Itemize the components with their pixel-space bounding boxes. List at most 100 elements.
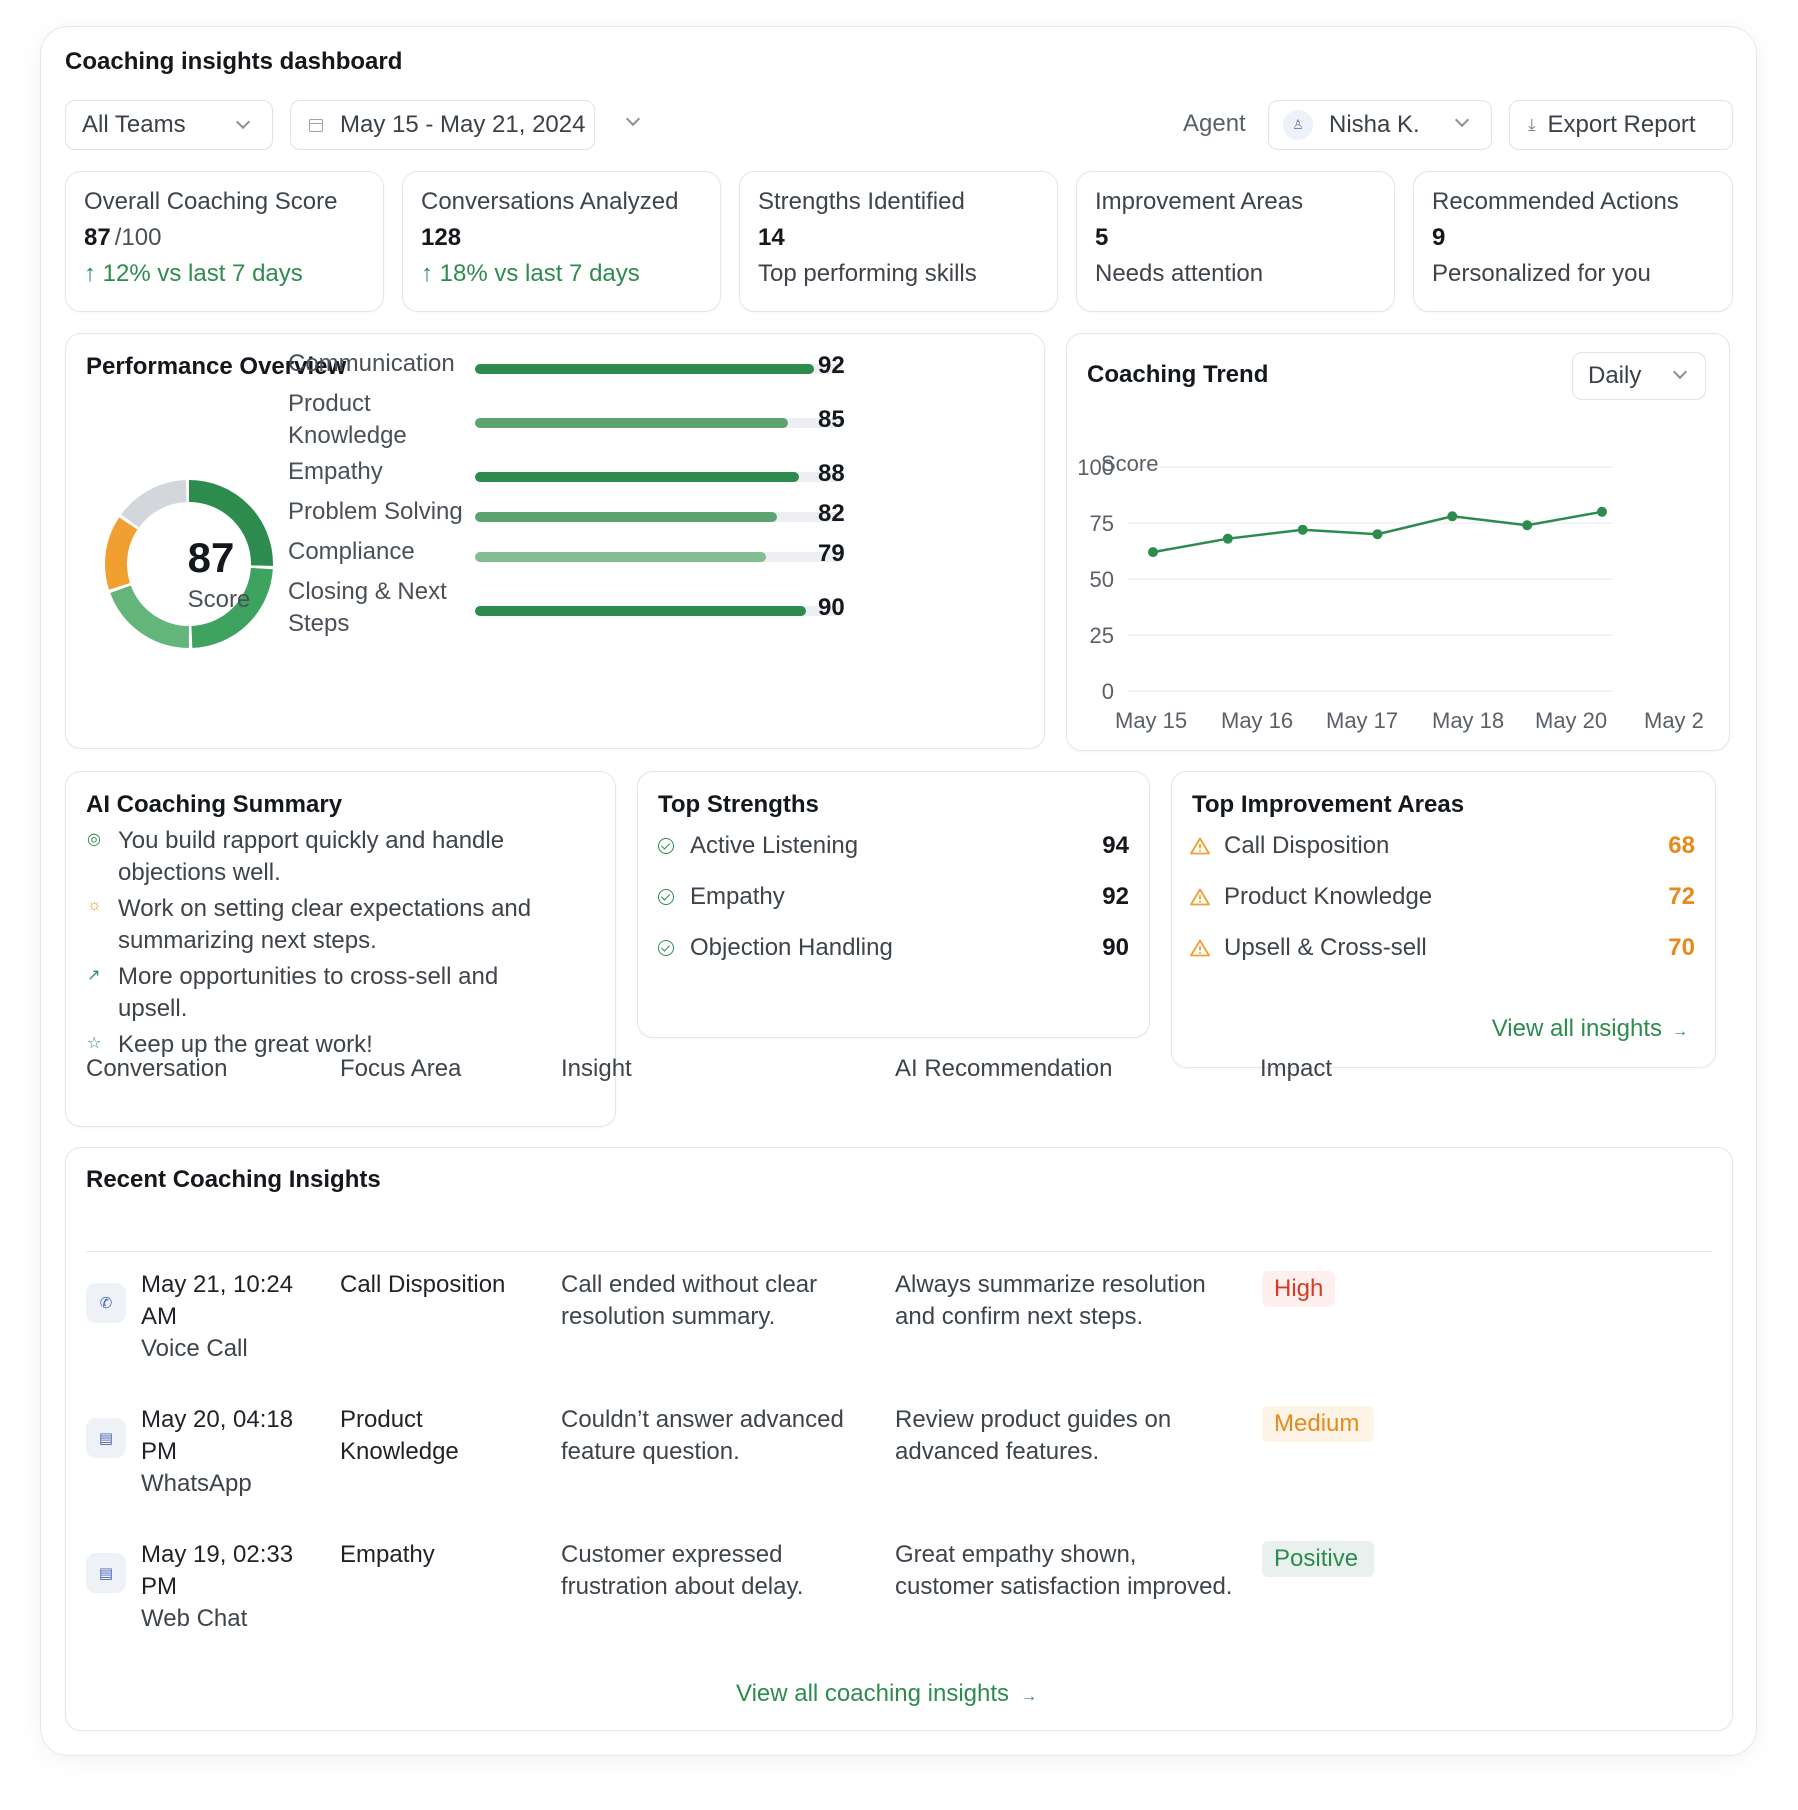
phone-icon: ✆ [86, 1283, 126, 1323]
focus-area: Empathy [340, 1541, 435, 1568]
y-tick-label: 25 [1090, 623, 1114, 648]
x-tick-label: May 18 [1432, 708, 1504, 733]
improvement-title: Top Improvement Areas [1192, 791, 1465, 818]
skill-bar-fill [475, 512, 777, 522]
trend-point [1297, 524, 1308, 535]
column-header: Impact [1260, 1055, 1333, 1082]
period-value: Daily [1588, 362, 1642, 389]
improvement-name: Call Disposition [1224, 832, 1390, 859]
summary-item: More opportunities to cross-sell and ups… [118, 963, 499, 1022]
kpi-subtitle: Needs attention [1095, 260, 1264, 287]
kpi-card-actions: Recommended Actions 9 Personalized for y… [1413, 171, 1733, 312]
skill-score: 82 [818, 500, 845, 527]
skill-name: Empathy [288, 458, 383, 485]
view-all-insights-link[interactable]: View all insights → [1492, 1015, 1688, 1043]
arrow-right-icon: → [1672, 1023, 1688, 1040]
view-all-coaching-insights-link[interactable]: View all coaching insights → [736, 1680, 1037, 1708]
kpi-change: ↑ 18% vs last 7 days [421, 260, 640, 287]
kpi-subtitle: Personalized for you [1432, 260, 1651, 287]
strength-score: 92 [1102, 883, 1129, 910]
impact-badge: Medium [1262, 1406, 1374, 1442]
export-report-button[interactable]: ⤓ Export Report [1509, 100, 1733, 150]
strengths-title: Top Strengths [658, 791, 819, 818]
skill-name: Communication [288, 350, 455, 377]
y-axis-label: Score [1101, 451, 1158, 476]
top-strengths-card: Top Strengths Active Listening 94 Empathy 9… [637, 771, 1150, 1038]
chevron-down-icon [235, 114, 251, 130]
recent-title: Recent Coaching Insights [86, 1166, 381, 1193]
agent-dropdown[interactable]: ♙ Nisha K. [1268, 100, 1492, 150]
calendar-icon [309, 118, 323, 132]
ai-recommendation-text: Review product guides on advanced featur… [895, 1406, 1172, 1465]
skill-score: 90 [818, 594, 845, 621]
team-filter-value: All Teams [82, 111, 186, 138]
improvement-score: 70 [1668, 934, 1695, 961]
trend-point [1447, 511, 1458, 522]
summary-item: Work on setting clear expectations and s… [118, 895, 532, 954]
column-header: Conversation [86, 1055, 228, 1082]
kpi-card-conversations: Conversations Analyzed 128 ↑ 18% vs last… [402, 171, 721, 312]
chevron-down-icon [1672, 364, 1688, 380]
kpi-label: Overall Coaching Score [84, 188, 338, 215]
kpi-subtitle: Top performing skills [758, 260, 977, 287]
team-filter-dropdown[interactable]: All Teams [65, 100, 273, 150]
kpi-card-overall-score: Overall Coaching Score 87/100 ↑ 12% vs l… [65, 171, 384, 312]
x-tick-label: May 16 [1221, 708, 1293, 733]
trend-title: Coaching Trend [1087, 361, 1269, 388]
skill-bar-track [475, 364, 843, 374]
improvement-name: Upsell & Cross-sell [1224, 934, 1427, 961]
trend-up-icon: ↗ [87, 967, 101, 984]
check-circle-icon [658, 940, 674, 956]
trend-line-chart: 0255075100ScoreMay 15 May 16 May 17 May 18 M… [1077, 451, 1704, 733]
kpi-label: Improvement Areas [1095, 188, 1304, 215]
kpi-value-number: 87 [84, 224, 111, 251]
view-all-coaching-insights-label: View all coaching insights [736, 1680, 1010, 1707]
skill-bar-track [475, 552, 843, 562]
x-tick-label: May 15 [1115, 708, 1187, 733]
kpi-value-unit: /100 [114, 224, 162, 251]
skill-score: 79 [818, 540, 845, 567]
strength-name: Objection Handling [690, 934, 893, 961]
insight-text: Couldn’t answer advanced feature questio… [561, 1406, 844, 1465]
trend-point [1372, 529, 1383, 540]
date-range-picker[interactable]: May 15 - May 21, 2024 [290, 100, 595, 150]
kpi-value: 128 [421, 224, 462, 251]
date-range-value: May 15 - May 21, 2024 [340, 111, 586, 138]
skill-score: 92 [818, 352, 845, 379]
insight-text: Call ended without clear resolution summ… [561, 1271, 818, 1330]
coaching-trend-card: Coaching Trend Daily 0 25 50 75 100 Score May … [1066, 333, 1730, 751]
donut-score-value: 87 [187, 534, 235, 581]
improvement-name: Product Knowledge [1224, 883, 1433, 910]
y-tick-label: 0 [1102, 679, 1114, 704]
conversation-date: May 19, 02:33 PM [141, 1541, 294, 1600]
improvement-score: 68 [1668, 832, 1695, 859]
impact-badge: High [1262, 1271, 1336, 1307]
skill-name: Compliance [288, 538, 415, 565]
strength-score: 90 [1102, 934, 1129, 961]
top-improvement-card: Top Improvement Areas View all insights →… [1171, 771, 1716, 1068]
column-header: AI Recommendation [895, 1055, 1113, 1082]
download-icon: ⤓ [1528, 115, 1536, 134]
skill-name: Product Knowledge [288, 390, 407, 449]
skill-bar-track [475, 606, 843, 616]
conversation-channel: WhatsApp [141, 1470, 252, 1497]
skill-bar-track [475, 472, 843, 482]
period-dropdown[interactable]: Daily [1572, 352, 1706, 400]
x-tick-label: May 17 [1326, 708, 1398, 733]
strength-name: Empathy [690, 883, 785, 910]
column-header: Insight [561, 1055, 632, 1082]
skill-bar-track [475, 512, 843, 522]
warning-icon [1190, 939, 1210, 957]
conversation-date: May 21, 10:24 AM [141, 1271, 294, 1330]
page-title: Coaching insights dashboard [65, 48, 403, 75]
check-circle-icon: ◎ [87, 831, 101, 848]
trend-point [1522, 520, 1533, 531]
conversation-channel: Web Chat [141, 1605, 248, 1632]
arrow-right-icon: → [1021, 1688, 1038, 1705]
x-tick-label: May 20 [1535, 708, 1607, 733]
skill-score: 88 [818, 460, 845, 487]
ai-recommendation-text: Great empathy shown, customer satisfacti… [895, 1541, 1233, 1600]
column-header: Focus Area [340, 1055, 462, 1082]
x-tick-label: May 2 [1644, 708, 1704, 733]
insight-text: Customer expressed frustration about del… [561, 1541, 804, 1600]
